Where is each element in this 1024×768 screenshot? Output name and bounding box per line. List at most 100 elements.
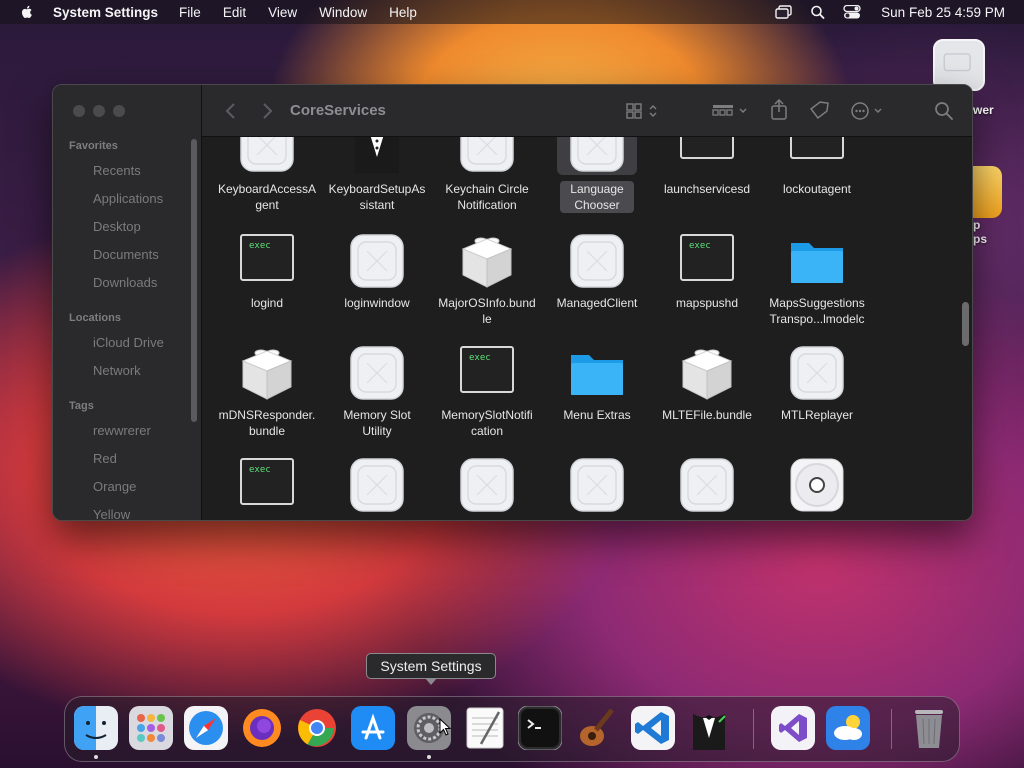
file-grid: KeyboardAccessA gent KeyboardSetupAs sis…: [202, 137, 972, 520]
dock-running-indicator: [94, 755, 98, 759]
generic-app-icon: [790, 346, 844, 400]
more-actions-icon[interactable]: [850, 101, 888, 121]
close-window-button[interactable]: [73, 105, 85, 117]
terminal-exec-icon: exec: [240, 234, 294, 281]
content-scrollbar[interactable]: [962, 302, 969, 346]
sidebar-item-recents[interactable]: Recents: [93, 163, 141, 178]
dock-chrome-icon[interactable]: [295, 706, 339, 750]
file-icon: [789, 457, 845, 513]
dock-textedit-icon[interactable]: [463, 706, 507, 750]
dock-separator: [891, 709, 892, 749]
file-label: KeyboardAccessA gent: [217, 182, 317, 212]
file-label: KeyboardSetupAs sistant: [328, 182, 426, 212]
file-icon: [459, 233, 515, 289]
terminal-exec-icon: exec: [460, 346, 514, 393]
desktop-icon-2-label: p ps: [973, 218, 988, 246]
file-icon: [569, 233, 625, 289]
dock-terminal-icon[interactable]: [517, 705, 563, 751]
menu-view[interactable]: View: [268, 5, 297, 20]
menu-app-name[interactable]: System Settings: [53, 5, 158, 20]
dock-running-indicator: [427, 755, 431, 759]
sidebar-tag-orange[interactable]: Orange: [93, 479, 136, 494]
generic-app-icon: [570, 137, 624, 172]
generic-app-icon: [680, 458, 734, 512]
generic-app-icon: [943, 53, 971, 72]
file-label: MLTEFile.bundle: [662, 408, 752, 422]
menu-window[interactable]: Window: [319, 5, 367, 20]
dock-tux-app-icon[interactable]: [687, 706, 731, 750]
sidebar-item-icloud-drive[interactable]: iCloud Drive: [93, 335, 164, 350]
file-icon: [789, 345, 845, 401]
sidebar-tag-red[interactable]: Red: [93, 451, 117, 466]
bundle-lego-icon: [241, 349, 293, 400]
finder-sidebar: Favorites Recents Applications Desktop D…: [53, 85, 202, 520]
sidebar-item-desktop[interactable]: Desktop: [93, 219, 141, 234]
dock-vscode-icon[interactable]: [631, 706, 675, 750]
file-label: launchservicesd: [663, 182, 751, 196]
zoom-window-button[interactable]: [113, 105, 125, 117]
dock-app-store-icon[interactable]: [351, 706, 395, 750]
minimize-window-button[interactable]: [93, 105, 105, 117]
generic-app-icon: [460, 458, 514, 512]
folder-icon: [791, 243, 843, 283]
file-icon: [349, 233, 405, 289]
screen-mirroring-icon[interactable]: [775, 5, 793, 19]
sidebar-tag-yellow[interactable]: Yellow: [93, 507, 130, 520]
menu-help[interactable]: Help: [389, 5, 417, 20]
dock-visual-studio-icon[interactable]: [771, 706, 815, 750]
share-icon[interactable]: [770, 99, 788, 121]
search-icon[interactable]: [934, 101, 954, 121]
back-chevron-icon[interactable]: [224, 101, 238, 121]
dock-weather-icon[interactable]: [826, 706, 870, 750]
menu-file[interactable]: File: [179, 5, 201, 20]
sidebar-item-applications[interactable]: Applications: [93, 191, 163, 206]
terminal-exec-icon: [790, 137, 844, 159]
file-icon: [459, 137, 515, 173]
sidebar-locations-header: Locations: [69, 312, 121, 324]
file-icon: [569, 345, 625, 401]
generic-app-icon: [570, 458, 624, 512]
generic-app-icon: [460, 137, 514, 172]
control-center-icon[interactable]: [843, 5, 861, 19]
file-icon: [569, 137, 625, 173]
terminal-exec-icon: exec: [680, 234, 734, 281]
generic-app-icon: [350, 458, 404, 512]
file-icon: exec: [459, 345, 515, 401]
dock-trash-icon[interactable]: [907, 706, 951, 750]
sidebar-item-downloads[interactable]: Downloads: [93, 275, 157, 290]
dock-tooltip: System Settings: [366, 653, 496, 679]
dock-safari-icon[interactable]: [184, 706, 228, 750]
dock-launchpad-icon[interactable]: [129, 706, 173, 750]
sidebar-item-network[interactable]: Network: [93, 363, 141, 378]
menu-clock[interactable]: Sun Feb 25 4:59 PM: [881, 5, 1005, 20]
forward-chevron-icon[interactable]: [260, 101, 274, 121]
file-label: Memory Slot Utility: [343, 408, 411, 438]
menu-edit[interactable]: Edit: [223, 5, 246, 20]
dock-finder-icon[interactable]: [74, 706, 118, 750]
file-label: MajorOSInfo.bund le: [438, 296, 536, 326]
dock: [64, 696, 960, 762]
file-label: Language Chooser: [560, 181, 634, 213]
view-grid-icon[interactable]: [626, 103, 662, 119]
tag-icon[interactable]: [808, 101, 830, 121]
group-by-icon[interactable]: [712, 103, 752, 119]
sidebar-tag-rewwrerer[interactable]: rewwrerer: [93, 423, 151, 438]
dock-firefox-icon[interactable]: [240, 706, 284, 750]
file-icon: exec: [239, 233, 295, 289]
window-title: CoreServices: [290, 102, 386, 119]
file-label: lockoutagent: [782, 182, 852, 196]
file-icon: [239, 137, 295, 173]
mouse-cursor-icon: [439, 717, 452, 736]
file-label: mapspushd: [675, 296, 739, 310]
exec-label: exec: [249, 241, 271, 251]
file-icon: [789, 233, 845, 289]
sidebar-scrollbar[interactable]: [191, 139, 197, 422]
file-label: Keychain Circle Notification: [445, 182, 529, 212]
file-icon: [349, 457, 405, 513]
file-icon: [679, 345, 735, 401]
apple-logo-icon[interactable]: [19, 4, 35, 20]
dock-instruments-icon[interactable]: [574, 706, 618, 750]
spotlight-search-icon[interactable]: [809, 5, 827, 19]
finder-toolbar: CoreServices: [202, 85, 972, 137]
sidebar-item-documents[interactable]: Documents: [93, 247, 159, 262]
